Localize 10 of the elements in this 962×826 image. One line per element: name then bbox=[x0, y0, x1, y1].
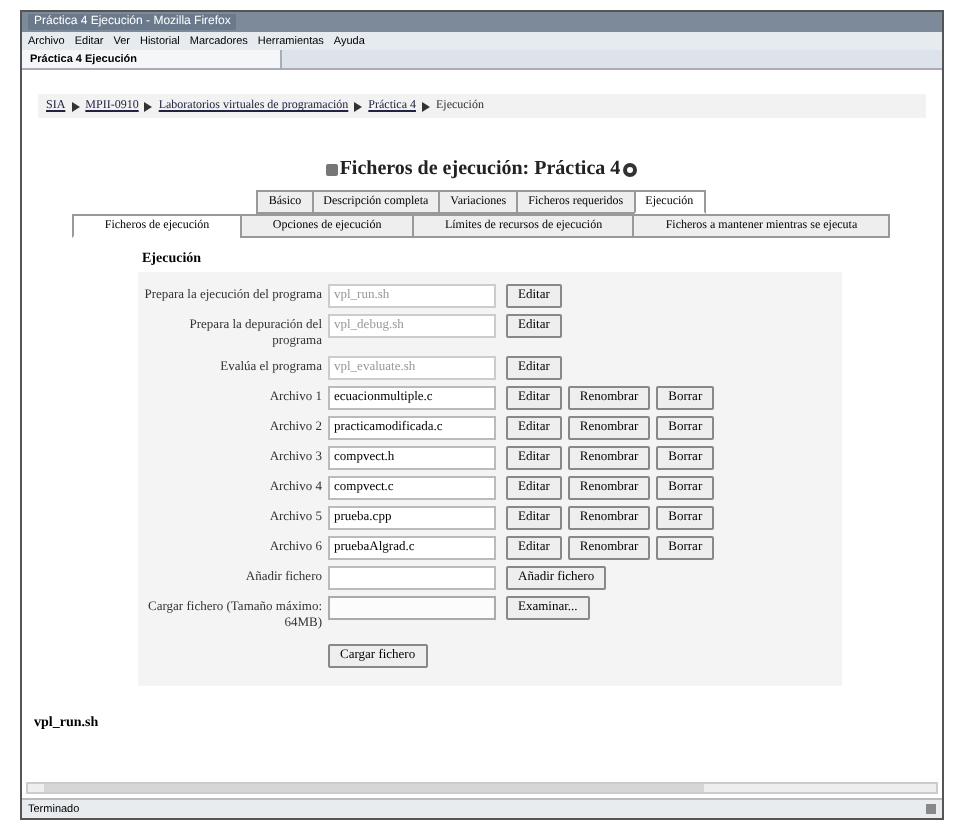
horizontal-scrollbar[interactable] bbox=[26, 782, 938, 794]
breadcrumb-separator-icon bbox=[144, 101, 153, 111]
page-heading: Ficheros de ejecución: Práctica 4 bbox=[339, 158, 621, 182]
breadcrumb-separator-icon bbox=[354, 101, 363, 111]
page-icon bbox=[325, 164, 338, 176]
text-field[interactable] bbox=[328, 566, 496, 590]
breadcrumb-separator-icon bbox=[71, 101, 80, 111]
file-field[interactable] bbox=[328, 596, 496, 620]
help-icon[interactable] bbox=[622, 162, 639, 178]
breadcrumb-separator-icon bbox=[421, 101, 430, 111]
